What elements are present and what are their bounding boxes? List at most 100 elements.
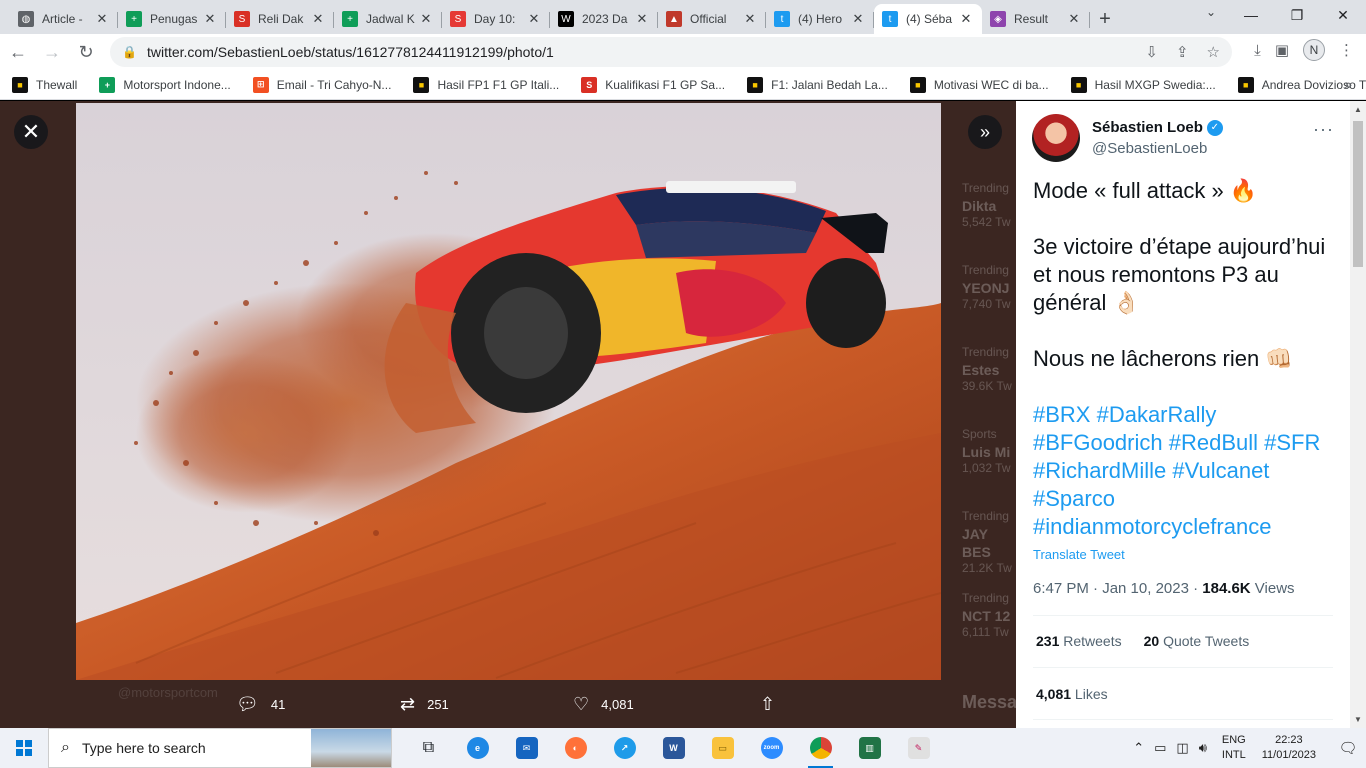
more-options-icon[interactable]: ··· (1313, 119, 1334, 140)
window-controls: — ❐ ✕ (1228, 0, 1366, 30)
browser-tab[interactable]: + Jadwal K ✕ (334, 4, 442, 34)
edge-icon[interactable]: e (453, 728, 502, 768)
bookmark-item[interactable]: ■ F1: Jalani Bedah La... (747, 76, 888, 93)
share-action[interactable]: ⇧ (760, 694, 775, 715)
tweet-hashtags[interactable]: #BRX #DakarRally #BFGoodrich #RedBull #S… (1033, 401, 1339, 541)
scrollbar-thumb[interactable] (1353, 121, 1363, 267)
address-bar[interactable]: 🔒 twitter.com/SebastienLoeb/status/16127… (110, 37, 1232, 67)
reply-icon: 💬︎ (236, 693, 259, 714)
tab-title: 2023 Da (582, 12, 628, 26)
retweets-stat[interactable]: 231 Retweets (1036, 633, 1122, 649)
bookmark-favicon-icon: ■ (1237, 76, 1254, 93)
page-scrollbar[interactable]: ▲ ▼ (1350, 101, 1366, 728)
safari-like-icon[interactable]: ↗ (600, 728, 649, 768)
network-icon[interactable]: ◫ (1176, 740, 1188, 756)
menu-kebab-icon[interactable]: ⋮ (1339, 41, 1354, 59)
author-avatar[interactable] (1032, 114, 1080, 162)
tab-search-icon[interactable]: ⌄ (1206, 5, 1216, 19)
tab-close-icon[interactable]: ✕ (850, 11, 866, 27)
bookmark-item[interactable]: ⊞ Email - Tri Cahyo-N... (252, 76, 391, 93)
zoom-icon[interactable]: zoom (747, 728, 796, 768)
browser-tab[interactable]: S Day 10: ✕ (442, 4, 550, 34)
back-button[interactable]: ← (2, 36, 34, 68)
taskbar-search[interactable]: ⌕ Type here to search (48, 728, 392, 768)
mail-icon[interactable]: ✉ (502, 728, 551, 768)
reload-button[interactable]: ↻ (70, 36, 102, 68)
input-language[interactable]: ENG INTL (1222, 733, 1246, 763)
browser-tab[interactable]: W 2023 Da ✕ (550, 4, 658, 34)
word-icon[interactable]: W (649, 728, 698, 768)
like-action[interactable]: ♡ 4,081 (573, 694, 634, 715)
tab-close-icon[interactable]: ✕ (202, 11, 218, 27)
side-panel-icon[interactable]: ▣ (1275, 41, 1289, 59)
browser-tab[interactable]: ◈ Result ✕ (982, 4, 1090, 34)
task-view-icon[interactable]: ⧉ (404, 728, 453, 768)
maximize-button[interactable]: ❐ (1274, 0, 1320, 30)
bookmark-item[interactable]: ■ Thewall (12, 76, 77, 93)
tab-close-icon[interactable]: ✕ (742, 11, 758, 27)
install-app-icon[interactable]: ⇩ (1145, 43, 1158, 61)
translate-tweet-link[interactable]: Translate Tweet (1033, 547, 1125, 562)
tab-title: Reli Dak (258, 12, 304, 26)
notifications-icon[interactable]: 🗨︎ (1330, 739, 1366, 757)
volume-icon[interactable]: 🔊︎ (1199, 740, 1207, 756)
bookmark-item[interactable]: ■ Hasil FP1 F1 GP Itali... (413, 76, 560, 93)
tab-favicon-icon: ◈ (990, 11, 1006, 27)
author-name[interactable]: Sébastien Loeb ✓ (1092, 119, 1223, 136)
tab-title: Penugas (150, 12, 198, 26)
firefox-icon[interactable]: ◐ (551, 728, 600, 768)
display-name: Sébastien Loeb (1092, 119, 1203, 136)
minimize-button[interactable]: — (1228, 0, 1274, 30)
tab-close-icon[interactable]: ✕ (526, 11, 542, 27)
new-tab-button[interactable]: + (1090, 4, 1120, 34)
downloads-icon[interactable]: ⤓ (1254, 42, 1261, 59)
browser-tab[interactable]: ◍ Article - ✕ (10, 4, 118, 34)
bookmark-star-icon[interactable]: ☆ (1207, 43, 1220, 61)
browser-tab[interactable]: t (4) Séba ✕ (874, 4, 982, 34)
tab-close-icon[interactable]: ✕ (1066, 11, 1082, 27)
author-handle[interactable]: @SebastienLoeb (1092, 140, 1207, 157)
excel-chart-icon[interactable]: ▥ (845, 728, 894, 768)
close-window-button[interactable]: ✕ (1320, 0, 1366, 30)
toggle-panel-button[interactable]: » (968, 115, 1002, 149)
share-icon[interactable]: ⇪ (1176, 43, 1189, 61)
browser-tab[interactable]: S Reli Dak ✕ (226, 4, 334, 34)
bookmark-item[interactable]: + Motorsport Indone... (99, 76, 231, 93)
tab-close-icon[interactable]: ✕ (418, 11, 434, 27)
profile-avatar[interactable]: N (1303, 39, 1325, 61)
browser-tab[interactable]: ▲ Official ✕ (658, 4, 766, 34)
tweet-timestamp[interactable]: 6:47 PM · Jan 10, 2023 · (1033, 580, 1202, 597)
tab-close-icon[interactable]: ✕ (310, 11, 326, 27)
battery-icon[interactable]: ▭ (1154, 740, 1166, 756)
browser-tab[interactable]: + Penugas ✕ (118, 4, 226, 34)
bookmarks-overflow-icon[interactable]: » (1344, 76, 1352, 92)
scroll-down-icon[interactable]: ▼ (1354, 715, 1362, 724)
show-hidden-icons[interactable]: ⌃ (1133, 740, 1144, 756)
lock-icon[interactable]: 🔒 (122, 45, 137, 59)
bookmarks-bar: ■ Thewall + Motorsport Indone... ⊞ Email - Tr… (0, 70, 1366, 100)
likes-stat[interactable]: 4,081 Likes (1036, 686, 1108, 702)
divider (1033, 615, 1333, 616)
bookmark-label: F1: Jalani Bedah La... (771, 77, 888, 92)
bookmark-item[interactable]: S Kualifikasi F1 GP Sa... (581, 76, 725, 93)
chrome-icon[interactable] (796, 728, 845, 768)
ghost-trend-item: Trending NCT 12 6,111 Tw (962, 591, 1011, 639)
start-button[interactable] (0, 728, 48, 768)
retweet-action[interactable]: ⇄ 251 (400, 694, 449, 715)
bookmark-label: Hasil FP1 F1 GP Itali... (437, 77, 560, 92)
taskbar-clock[interactable]: 22:23 11/01/2023 (1262, 733, 1316, 763)
reply-action[interactable]: 💬︎ 41 (236, 694, 285, 715)
bookmark-item[interactable]: ■ Motivasi WEC di ba... (909, 76, 1049, 93)
forward-button[interactable]: → (36, 36, 68, 68)
bookmark-item[interactable]: ■ Hasil MXGP Swedia:... (1070, 76, 1216, 93)
tab-close-icon[interactable]: ✕ (958, 11, 974, 27)
quotes-stat[interactable]: 20 Quote Tweets (1144, 633, 1250, 649)
scroll-up-icon[interactable]: ▲ (1354, 105, 1362, 114)
browser-tab[interactable]: t (4) Hero ✕ (766, 4, 874, 34)
close-photo-button[interactable]: ✕ (14, 115, 48, 149)
share-upload-icon: ⇧ (760, 693, 776, 714)
tab-close-icon[interactable]: ✕ (94, 11, 110, 27)
paint-icon[interactable]: ✎ (894, 728, 943, 768)
file-explorer-icon[interactable]: ▭ (698, 728, 747, 768)
tab-close-icon[interactable]: ✕ (634, 11, 650, 27)
